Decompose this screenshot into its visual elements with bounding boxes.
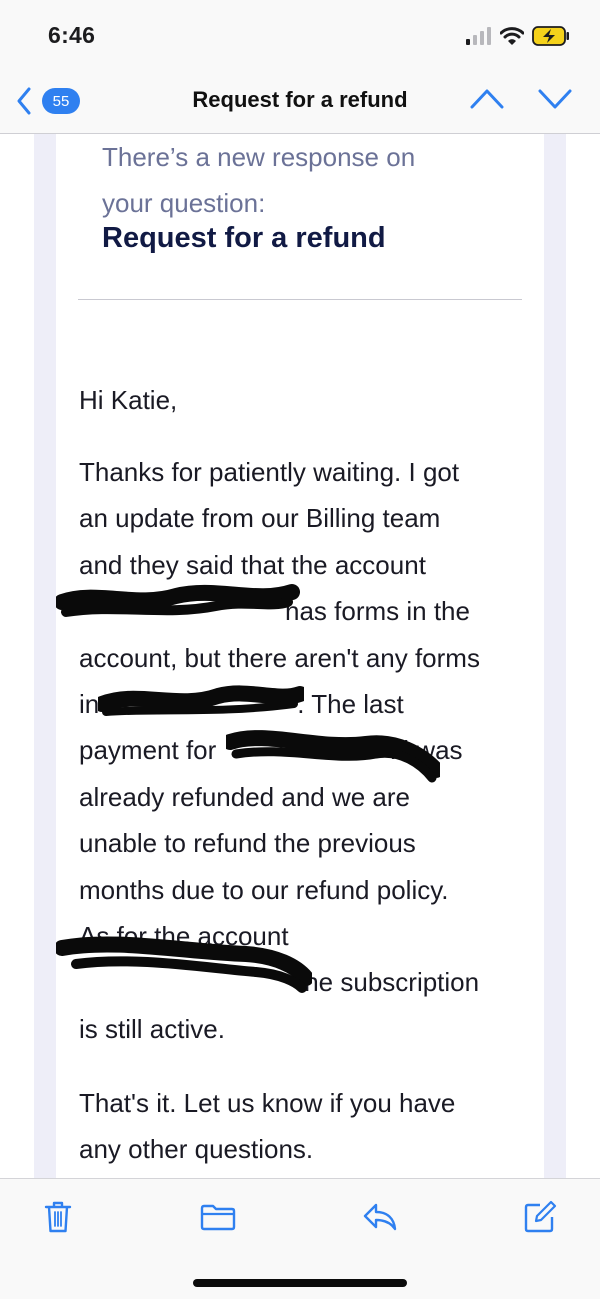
greeting: Hi Katie, [79,385,178,415]
back-button[interactable]: 55 [16,84,80,118]
trash-button[interactable] [38,1197,78,1237]
status-icons [466,24,570,48]
reply-icon [363,1203,397,1231]
response-notice: There’s a new response on your question: [102,142,416,218]
previous-message-icon[interactable] [470,88,504,110]
reply-button[interactable] [360,1197,400,1237]
email-headline: Request for a refund [102,222,386,254]
battery-charging-icon [532,26,569,46]
mailbox-count-badge: 55 [42,88,80,114]
back-chevron-icon [17,87,31,115]
trash-icon [44,1201,72,1233]
compose-button[interactable] [520,1197,560,1237]
nav-bar: 55 Request for a refund [0,70,600,134]
next-message-icon[interactable] [538,88,572,110]
wifi-icon [500,27,524,45]
cellular-signal-icon [466,27,491,45]
closing-paragraph: That's it. Let us know if you have any ot… [79,1088,456,1165]
divider [78,299,522,300]
move-to-folder-button[interactable] [198,1197,238,1237]
compose-icon [524,1200,557,1233]
home-indicator[interactable] [193,1279,407,1287]
message-paragraph: Thanks for patiently waiting. I got an up… [79,457,480,1044]
message-navigation [470,88,572,110]
message-body[interactable]: There’s a new response on your question: … [0,134,600,1178]
status-bar: 6:46 [0,0,600,70]
folder-icon [200,1204,236,1231]
status-time: 6:46 [48,22,96,48]
